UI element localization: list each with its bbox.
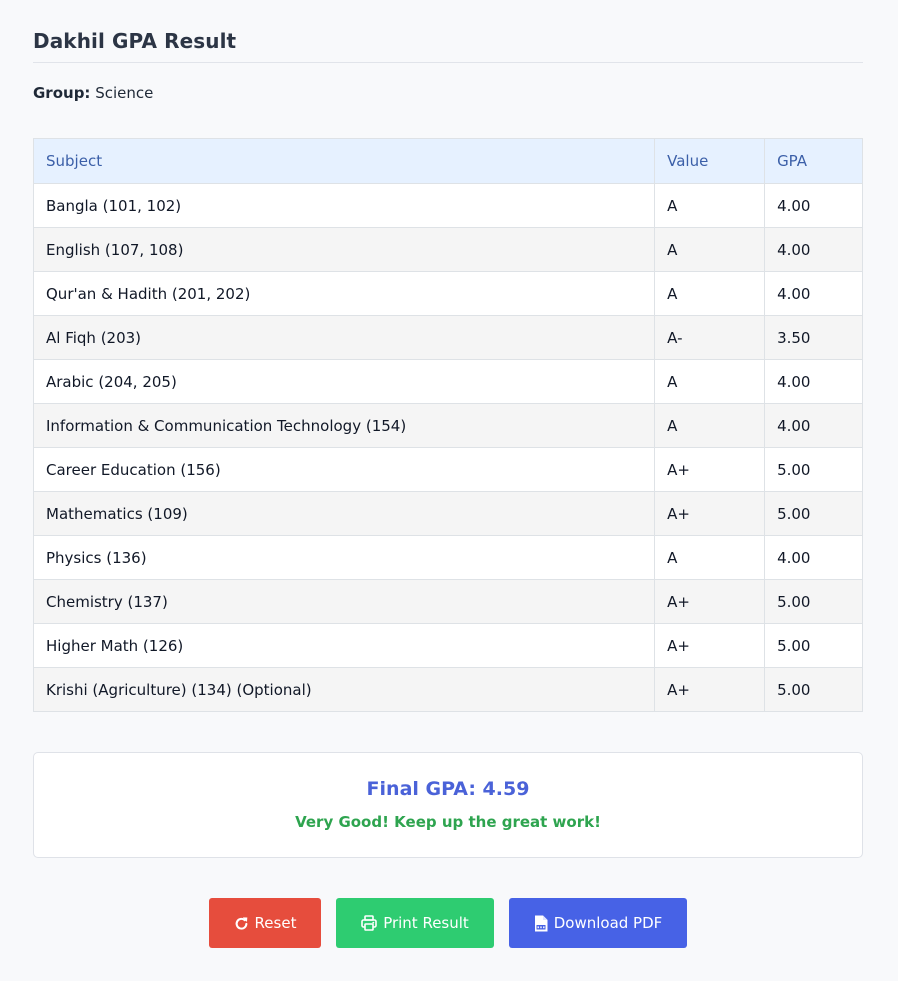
result-message: Very Good! Keep up the great work! [295, 813, 601, 831]
table-row: Arabic (204, 205) A 4.00 [32, 359, 863, 404]
column-header-value: Value [654, 138, 766, 184]
subject-cell: Physics (136) [32, 535, 656, 580]
table-row: Mathematics (109) A+ 5.00 [32, 491, 863, 536]
page-title: Dakhil GPA Result [33, 29, 237, 53]
gpa-cell: 5.00 [764, 491, 863, 536]
table-row: Bangla (101, 102) A 4.00 [32, 183, 863, 228]
gpa-cell: 4.00 [764, 271, 863, 316]
table-row: Qur'an & Hadith (201, 202) A 4.00 [32, 271, 863, 316]
table-row: Higher Math (126) A+ 5.00 [32, 623, 863, 668]
subject-cell: Al Fiqh (203) [32, 315, 656, 360]
print-result-button-label: Print Result [383, 914, 469, 932]
subject-cell: English (107, 108) [32, 227, 656, 272]
print-result-button[interactable]: Print Result [336, 898, 494, 948]
value-cell: A [654, 227, 766, 272]
gpa-cell: 4.00 [764, 403, 863, 448]
group-value: Science [95, 84, 154, 102]
column-header-gpa: GPA [764, 138, 863, 184]
subject-cell: Career Education (156) [32, 447, 656, 492]
title-divider [33, 62, 863, 63]
redo-icon [235, 916, 247, 930]
value-cell: A+ [654, 491, 766, 536]
subject-cell: Higher Math (126) [32, 623, 656, 668]
value-cell: A [654, 403, 766, 448]
column-header-subject: Subject [32, 138, 656, 184]
gpa-cell: 5.00 [764, 447, 863, 492]
value-cell: A+ [654, 623, 766, 668]
gpa-cell: 5.00 [764, 667, 863, 712]
printer-icon [361, 915, 377, 931]
table-row: Physics (136) A 4.00 [32, 535, 863, 580]
gpa-cell: 4.00 [764, 535, 863, 580]
subject-cell: Information & Communication Technology (… [32, 403, 656, 448]
group-label: Group: [33, 84, 91, 102]
value-cell: A [654, 359, 766, 404]
final-result-card: Final GPA: 4.59 Very Good! Keep up the g… [33, 752, 863, 858]
table-row: Chemistry (137) A+ 5.00 [32, 579, 863, 624]
gpa-cell: 5.00 [764, 623, 863, 668]
value-cell: A [654, 271, 766, 316]
value-cell: A+ [654, 447, 766, 492]
value-cell: A [654, 183, 766, 228]
table-body: Bangla (101, 102) A 4.00 English (107, 1… [32, 183, 863, 712]
subject-cell: Krishi (Agriculture) (134) (Optional) [32, 667, 656, 712]
table-row: Krishi (Agriculture) (134) (Optional) A+… [32, 667, 863, 712]
subject-cell: Mathematics (109) [32, 491, 656, 536]
table-row: Al Fiqh (203) A- 3.50 [32, 315, 863, 360]
table-header-row: Subject Value GPA [32, 138, 863, 184]
reset-button[interactable]: Reset [209, 898, 321, 948]
subject-cell: Qur'an & Hadith (201, 202) [32, 271, 656, 316]
gpa-cell: 5.00 [764, 579, 863, 624]
gpa-cell: 4.00 [764, 227, 863, 272]
subject-cell: Arabic (204, 205) [32, 359, 656, 404]
group-line: Group: Science [33, 84, 153, 102]
reset-button-label: Reset [254, 914, 297, 932]
result-table: Subject Value GPA Bangla (101, 102) A 4.… [32, 138, 863, 712]
value-cell: A- [654, 315, 766, 360]
value-cell: A+ [654, 579, 766, 624]
final-gpa: Final GPA: 4.59 [366, 778, 530, 800]
subject-cell: Bangla (101, 102) [32, 183, 656, 228]
table-row: English (107, 108) A 4.00 [32, 227, 863, 272]
subject-cell: Chemistry (137) [32, 579, 656, 624]
value-cell: A+ [654, 667, 766, 712]
gpa-cell: 4.00 [764, 183, 863, 228]
table-row: Information & Communication Technology (… [32, 403, 863, 448]
pdf-file-icon [534, 915, 548, 931]
download-pdf-button[interactable]: Download PDF [509, 898, 687, 948]
gpa-cell: 4.00 [764, 359, 863, 404]
download-pdf-button-label: Download PDF [553, 914, 663, 932]
gpa-cell: 3.50 [764, 315, 863, 360]
table-row: Career Education (156) A+ 5.00 [32, 447, 863, 492]
value-cell: A [654, 535, 766, 580]
